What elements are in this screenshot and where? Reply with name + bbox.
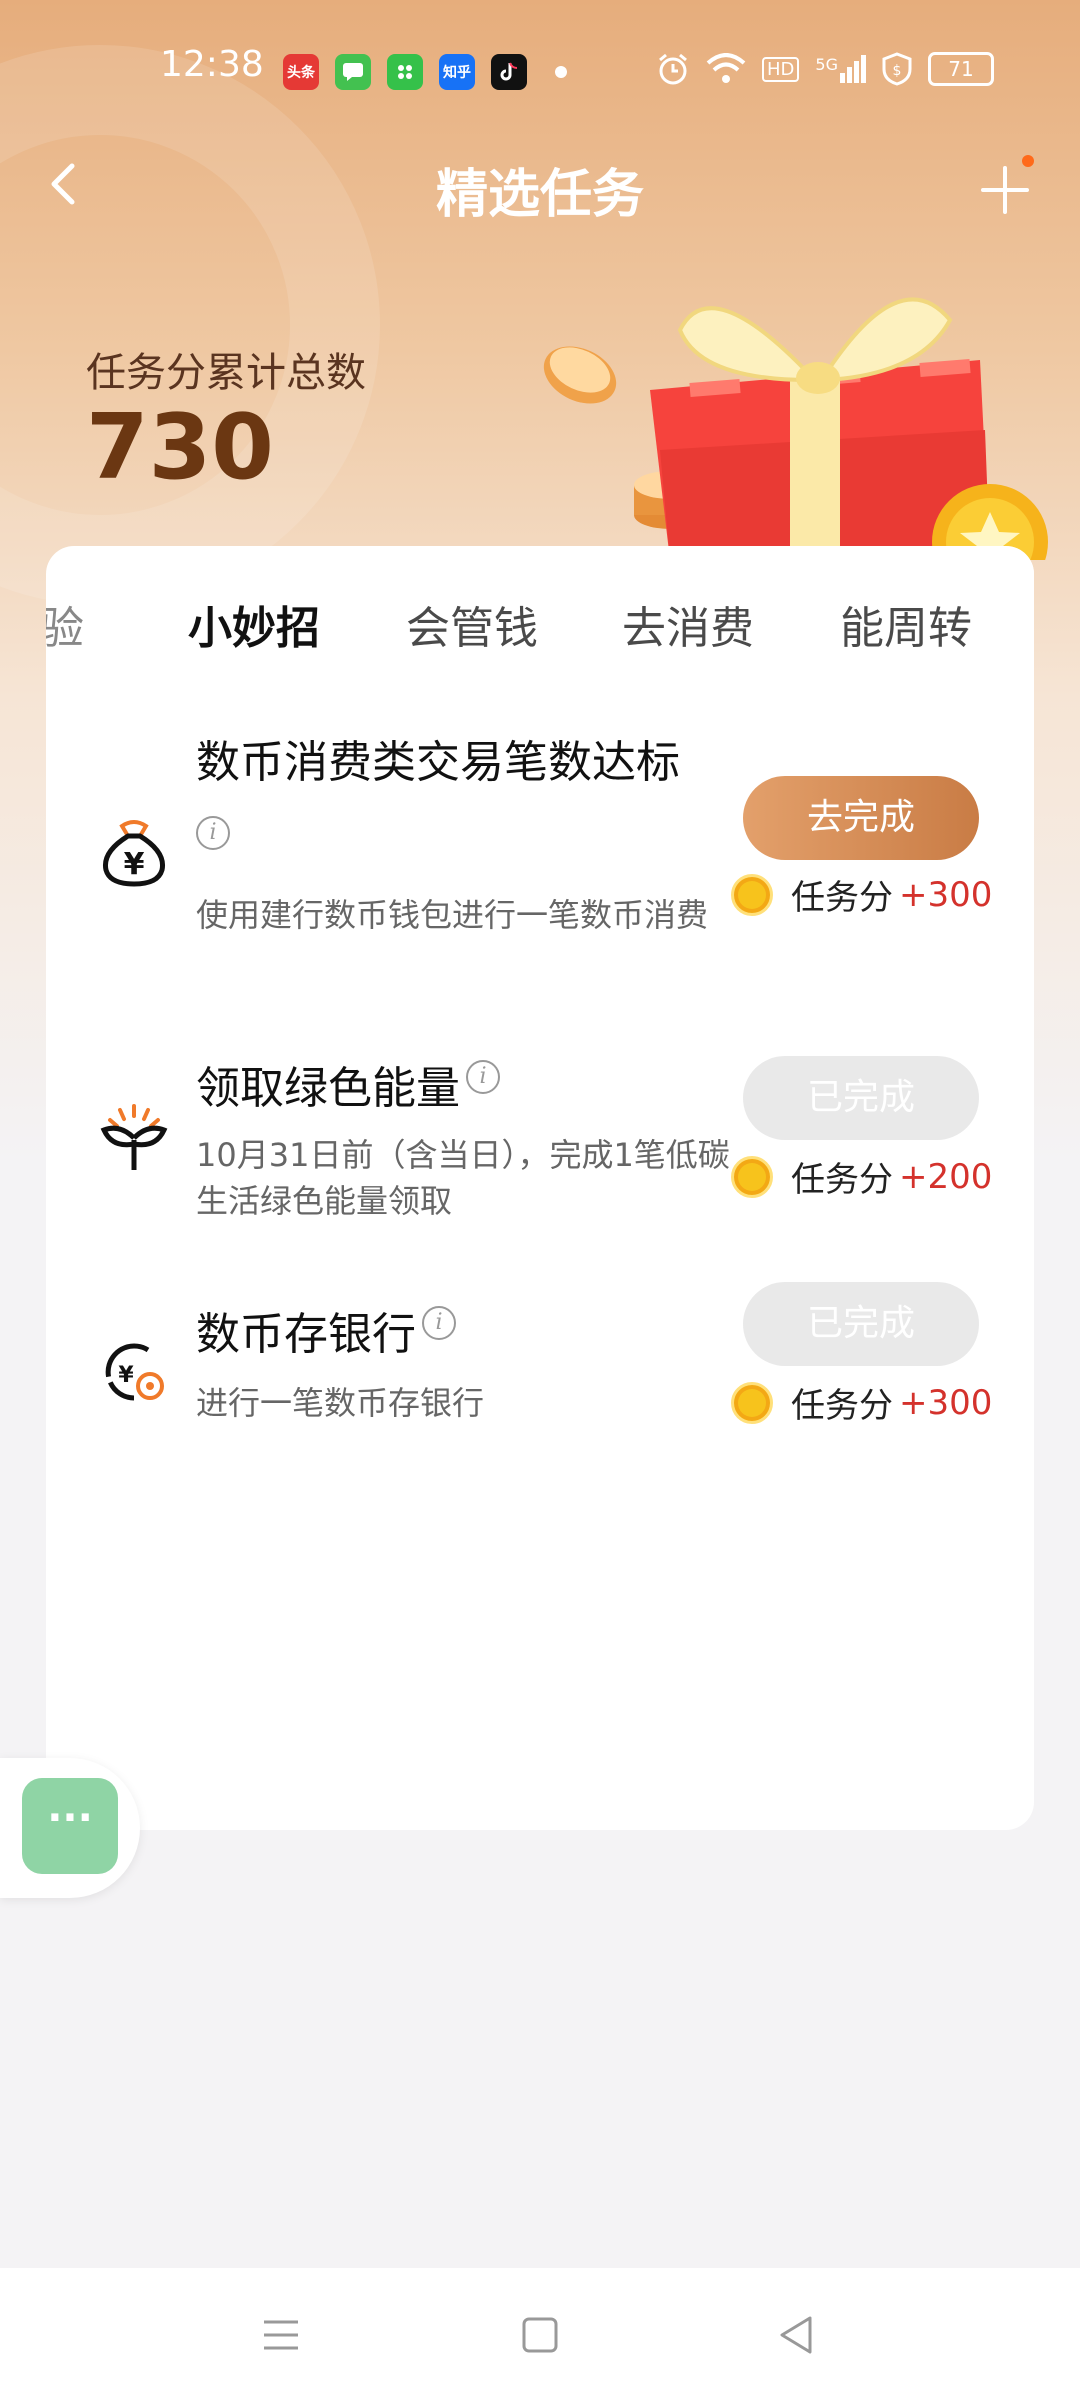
- reward-label: 任务分: [791, 1160, 893, 1200]
- more-dots-icon[interactable]: ···: [22, 1778, 118, 1874]
- tab-tips[interactable]: 小妙招: [188, 592, 320, 656]
- task-description: 进行一笔数币存银行: [196, 1384, 485, 1422]
- coin-icon: [731, 1155, 773, 1198]
- completed-task-button[interactable]: 已完成: [743, 1282, 979, 1366]
- notification-dot: [1022, 155, 1034, 167]
- svg-text:¥: ¥: [124, 847, 145, 882]
- tab-consume[interactable]: 去消费: [622, 592, 754, 656]
- gift-box-illustration: [543, 297, 1048, 560]
- signal-indicator: 5G: [815, 55, 866, 83]
- plus-icon[interactable]: [975, 160, 1035, 220]
- reward-label: 任务分: [791, 878, 893, 918]
- task-title: 数币消费类交易笔数达标: [196, 737, 680, 788]
- battery-indicator: 71: [927, 52, 994, 86]
- coin-icon: [731, 1381, 773, 1424]
- category-tabs: 验 小妙招 会管钱 去消费 能周转: [46, 546, 1034, 696]
- task-title: 领取绿色能量: [196, 1063, 460, 1114]
- money-bag-icon: ¥: [102, 820, 166, 887]
- info-icon[interactable]: i: [422, 1306, 456, 1340]
- task-reward: 任务分 +300: [731, 1378, 992, 1427]
- shield-dollar-icon: $: [882, 52, 912, 86]
- reward-points: +200: [899, 1156, 993, 1197]
- svg-text:¥: ¥: [118, 1363, 134, 1388]
- tab-experience[interactable]: 验: [46, 592, 84, 656]
- more-notifications-dot-icon: [555, 66, 567, 78]
- svg-text:$: $: [893, 63, 902, 79]
- system-nav-bar: [0, 2268, 1080, 2400]
- messages-app-icon: [335, 54, 371, 90]
- status-bar: 12:38 头条 知乎 HD 5G $ 71: [0, 0, 1080, 140]
- complete-task-button[interactable]: 去完成: [743, 776, 979, 860]
- info-icon[interactable]: i: [466, 1060, 500, 1094]
- tab-money-management[interactable]: 会管钱: [406, 592, 538, 656]
- notification-app-icons: 头条 知乎: [283, 54, 567, 90]
- total-score-label: 任务分累计总数: [86, 350, 366, 396]
- coin-deposit-icon: ¥: [105, 1343, 164, 1401]
- task-card: 验 小妙招 会管钱 去消费 能周转 ¥ 数币消费类交易笔数达标 i 使用建行数币…: [46, 546, 1034, 1830]
- task-description: 使用建行数币钱包进行一笔数币消费: [196, 896, 709, 934]
- hd-indicator: HD: [762, 56, 800, 82]
- total-score-value: 730: [86, 395, 274, 500]
- sprout-icon: [100, 1104, 168, 1170]
- signal-label: 5G: [815, 55, 838, 74]
- menu-icon[interactable]: [256, 2310, 306, 2360]
- reward-points: +300: [899, 1382, 993, 1423]
- alarm-icon: [659, 53, 687, 85]
- tiktok-app-icon: [491, 54, 527, 90]
- home-square-icon[interactable]: [515, 2310, 565, 2360]
- task-reward: 任务分 +300: [731, 870, 992, 919]
- coin-icon: [731, 873, 773, 916]
- zhihu-app-icon: 知乎: [439, 54, 475, 90]
- reward-label: 任务分: [791, 1386, 893, 1426]
- market-app-icon: [387, 54, 423, 90]
- completed-task-button[interactable]: 已完成: [743, 1056, 979, 1140]
- system-status-icons: HD 5G $ 71: [656, 52, 994, 86]
- status-time: 12:38: [160, 44, 264, 85]
- wifi-icon: [706, 53, 746, 83]
- tab-fade-overlay: [974, 546, 1034, 696]
- toutiao-app-icon: 头条: [283, 54, 319, 90]
- page-title: 精选任务: [435, 165, 644, 225]
- info-icon[interactable]: i: [196, 816, 230, 850]
- task-title: 数币存银行: [196, 1309, 416, 1360]
- task-description: 10月31日前（含当日），完成1笔低碳生活绿色能量领取: [196, 1136, 730, 1220]
- tab-turnover[interactable]: 能周转: [840, 592, 972, 656]
- reward-points: +300: [899, 874, 993, 915]
- back-triangle-icon[interactable]: [772, 2310, 822, 2360]
- task-reward: 任务分 +200: [731, 1152, 992, 1201]
